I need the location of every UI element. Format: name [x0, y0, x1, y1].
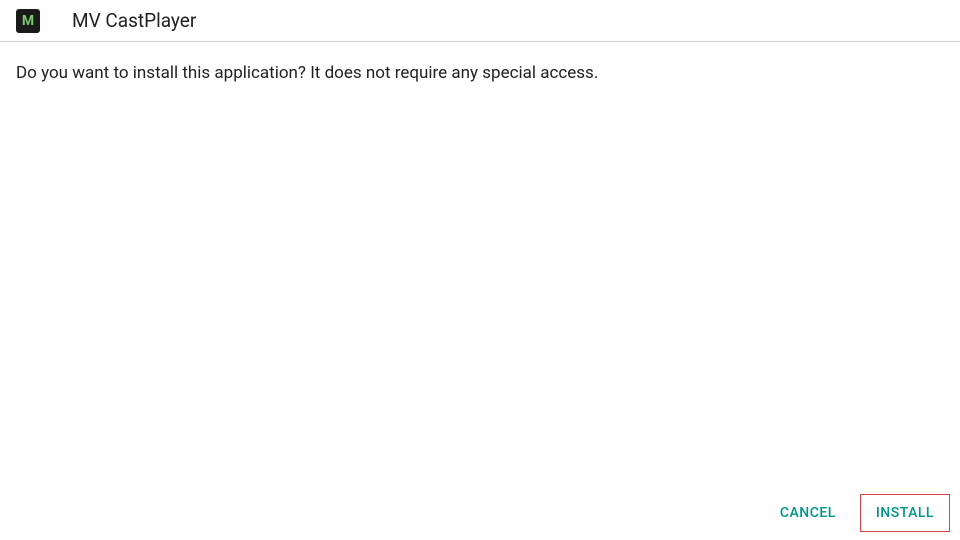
app-icon-letter: M — [22, 14, 34, 28]
header: M MV CastPlayer — [0, 0, 960, 42]
app-title: MV CastPlayer — [72, 9, 196, 32]
install-prompt-message: Do you want to install this application?… — [0, 42, 960, 104]
app-icon: M — [16, 9, 40, 33]
cancel-button[interactable]: CANCEL — [764, 494, 852, 532]
install-button[interactable]: INSTALL — [860, 494, 950, 532]
action-buttons: CANCEL INSTALL — [764, 494, 950, 536]
